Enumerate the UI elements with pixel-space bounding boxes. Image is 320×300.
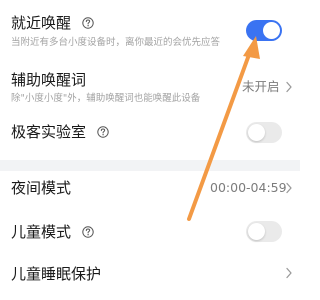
kid-sleep-label: 儿童睡眠保护 [11,265,102,283]
section-divider [0,160,300,171]
toggle-knob [248,223,265,240]
assist-wake-word-label: 辅助唤醒词 [11,71,87,89]
assist-wake-word-value: 未开启 [242,79,280,94]
chevron-right-icon [286,81,292,93]
geek-lab-label: 极客实验室 [11,123,87,141]
nearby-wake-description: 当附近有多台小度设备时，离你最近的会优先应答 [11,37,221,48]
help-icon[interactable] [97,126,109,138]
chevron-right-icon [286,267,292,279]
nearby-wake-toggle[interactable] [246,20,282,41]
nearby-wake-label: 就近唤醒 [11,14,72,32]
night-mode-value: 00:00-04:59 [210,180,287,195]
kid-mode-label: 儿童模式 [11,223,72,241]
chevron-right-icon [286,182,292,194]
toggle-knob [248,124,265,141]
geek-lab-toggle[interactable] [246,122,282,143]
toggle-knob [263,22,280,39]
assist-wake-word-description: 除"小度小度"外，辅助唤醒词也能唤醒此设备 [11,93,201,104]
night-mode-label: 夜间模式 [11,179,72,197]
help-icon[interactable] [82,226,94,238]
kid-mode-toggle[interactable] [246,221,282,242]
help-icon[interactable] [82,17,94,29]
